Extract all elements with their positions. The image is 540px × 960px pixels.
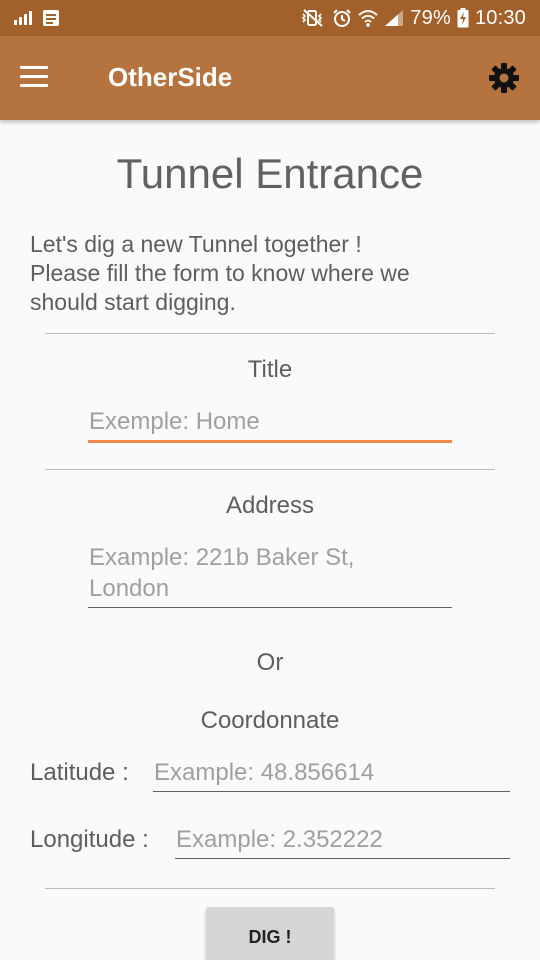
app-bar: OtherSide bbox=[0, 36, 540, 120]
longitude-input[interactable]: Example: 2.352222 bbox=[176, 824, 510, 855]
latitude-input-underline bbox=[153, 791, 510, 792]
latitude-label: Latitude : bbox=[30, 759, 129, 786]
dig-button[interactable]: DIG ! bbox=[206, 907, 334, 960]
signal-bars-icon bbox=[14, 11, 34, 25]
mute-vibrate-icon bbox=[300, 8, 326, 28]
or-label: Or bbox=[256, 649, 284, 676]
notes-icon bbox=[42, 9, 60, 27]
address-label: Address bbox=[225, 492, 315, 519]
address-input-underline bbox=[88, 607, 452, 608]
clock: 10:30 bbox=[474, 6, 526, 29]
page-title: Tunnel Entrance bbox=[116, 150, 424, 197]
status-bar: 79% 10:30 bbox=[0, 0, 540, 36]
gear-icon[interactable] bbox=[488, 62, 520, 94]
alarm-icon bbox=[332, 8, 352, 28]
menu-icon[interactable] bbox=[20, 66, 50, 90]
divider bbox=[45, 469, 495, 470]
latitude-input[interactable]: Example: 48.856614 bbox=[154, 757, 510, 788]
divider bbox=[45, 333, 495, 334]
title-input[interactable]: Exemple: Home bbox=[89, 406, 451, 437]
longitude-label: Longitude : bbox=[30, 826, 149, 853]
app-title: OtherSide bbox=[108, 62, 233, 92]
address-input[interactable]: Example: 221b Baker St, London bbox=[89, 542, 451, 604]
coordinate-label: Coordonnate bbox=[200, 707, 340, 734]
battery-percent: 79% bbox=[410, 6, 451, 29]
wifi-icon bbox=[358, 9, 378, 27]
longitude-input-underline bbox=[175, 858, 510, 859]
battery-charging-icon bbox=[457, 8, 469, 28]
intro-text: Let's dig a new Tunnel together ! Please… bbox=[30, 231, 410, 315]
divider bbox=[45, 888, 495, 889]
title-label: Title bbox=[247, 356, 293, 383]
cell-signal-icon bbox=[384, 9, 404, 27]
title-input-underline bbox=[88, 440, 452, 443]
